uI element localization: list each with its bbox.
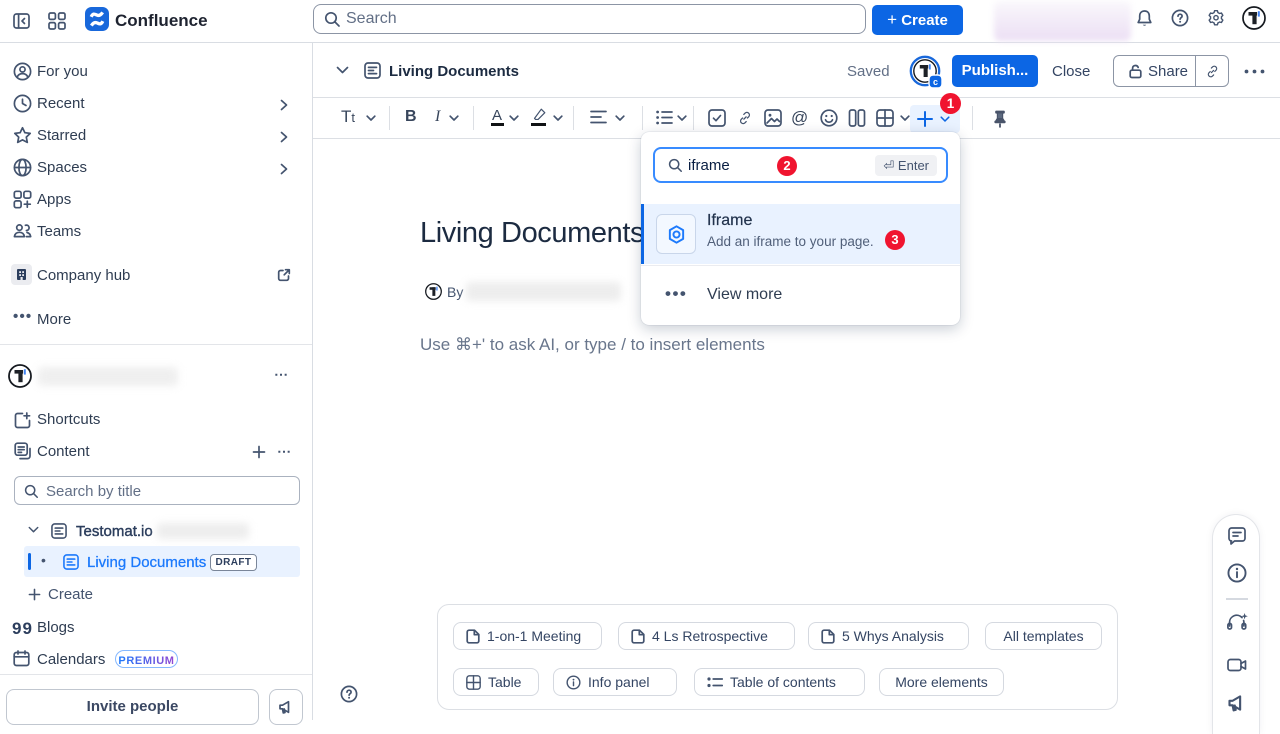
svg-text:c: c — [933, 77, 938, 87]
